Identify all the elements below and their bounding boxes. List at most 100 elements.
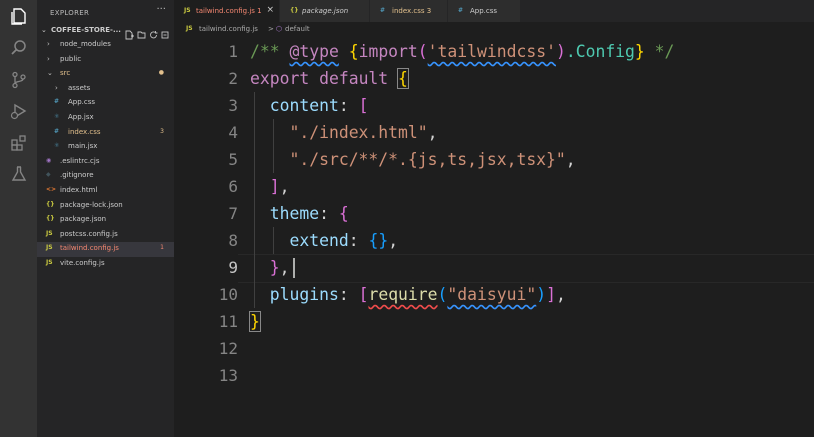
chevron-right-icon: › bbox=[55, 83, 58, 92]
current-line-highlight bbox=[238, 254, 814, 283]
symbol-icon: ⬡ bbox=[276, 25, 283, 33]
file-type-icon: JS bbox=[46, 244, 53, 252]
file-type-icon: JS bbox=[46, 229, 53, 237]
line-number: 10 bbox=[218, 285, 238, 304]
file-type-icon: ◆ bbox=[46, 171, 51, 179]
file-type-icon: JS bbox=[46, 258, 53, 266]
tree-file[interactable]: # index.css 3 bbox=[37, 126, 174, 141]
tree-file[interactable]: JS postcss.config.js bbox=[37, 228, 174, 243]
problem-badge: ● bbox=[158, 69, 164, 77]
code-line-9: }, bbox=[269, 258, 290, 277]
tab-label: App.css bbox=[470, 7, 498, 15]
tree-folder[interactable]: › public bbox=[37, 53, 174, 68]
chevron-down-icon: ⌄ bbox=[47, 69, 53, 78]
file-type-icon: # bbox=[458, 7, 464, 14]
tab-label: package.json bbox=[302, 7, 349, 15]
tab-4[interactable]: # App.css bbox=[448, 0, 521, 22]
close-icon[interactable]: × bbox=[266, 5, 274, 15]
explorer-files-icon[interactable] bbox=[9, 6, 28, 25]
text-cursor bbox=[293, 258, 295, 278]
workspace-folder-header[interactable]: ⌄ COFFEE-STORE-... bbox=[37, 24, 174, 40]
line-number: 9 bbox=[228, 258, 238, 277]
line-number: 5 bbox=[228, 150, 238, 169]
code-line-10: plugins: [require("daisyui")], bbox=[269, 285, 566, 304]
explorer-sidebar: EXPLORER ··· ⌄ COFFEE-STORE-... › node_mo… bbox=[37, 0, 174, 437]
refresh-icon[interactable] bbox=[149, 25, 158, 39]
tab-label: tailwind.config.js 1 bbox=[196, 7, 262, 15]
extensions-icon[interactable] bbox=[9, 133, 28, 152]
tree-item-label: node_modules bbox=[60, 40, 111, 48]
tree-file[interactable]: ◉ .eslintrc.cjs bbox=[37, 155, 174, 170]
line-number: 1 bbox=[228, 42, 238, 61]
tree-item-label: .eslintrc.cjs bbox=[60, 156, 100, 165]
breadcrumb-file[interactable]: tailwind.config.js bbox=[199, 25, 258, 33]
tree-item-label: assets bbox=[68, 83, 91, 92]
chevron-right-icon: › bbox=[47, 54, 50, 63]
tree-file[interactable]: # App.css bbox=[37, 96, 174, 111]
tree-file[interactable]: ⚛ App.jsx bbox=[37, 111, 174, 126]
file-type-icon: {} bbox=[46, 200, 55, 208]
problem-badge: 3 bbox=[160, 127, 164, 135]
tree-file[interactable]: {} package-lock.json bbox=[37, 199, 174, 214]
chevron-down-icon: ⌄ bbox=[41, 26, 47, 34]
file-type-icon: <> bbox=[46, 185, 57, 193]
new-file-icon[interactable] bbox=[125, 25, 134, 40]
tab-3[interactable]: # index.css 3 bbox=[370, 0, 448, 22]
tree-item-label: App.css bbox=[68, 98, 96, 107]
workspace-folder-name: COFFEE-STORE-... bbox=[51, 26, 121, 34]
tree-file[interactable]: {} package.json bbox=[37, 213, 174, 228]
tree-folder[interactable]: ⌄ src ● bbox=[37, 67, 174, 82]
new-folder-icon[interactable] bbox=[137, 25, 146, 39]
file-tree: › node_modules › public ⌄ src ● › assets # App.css… bbox=[37, 38, 174, 272]
search-icon[interactable] bbox=[9, 38, 28, 57]
tree-folder[interactable]: › node_modules bbox=[37, 38, 174, 53]
tree-item-label: package-lock.json bbox=[60, 200, 123, 209]
file-type-icon: ◉ bbox=[46, 156, 52, 164]
file-type-icon: ⚛ bbox=[54, 112, 60, 120]
tree-item-label: postcss.config.js bbox=[60, 229, 118, 238]
source-control-icon[interactable] bbox=[9, 70, 28, 89]
breadcrumb-separator: > bbox=[268, 25, 274, 33]
code-line-8: extend: {}, bbox=[289, 231, 399, 250]
code-line-3: content: [ bbox=[269, 96, 369, 115]
collapse-all-icon[interactable] bbox=[161, 25, 170, 39]
tree-item-label: public bbox=[60, 54, 82, 63]
line-number: 4 bbox=[228, 123, 238, 142]
more-actions-icon[interactable]: ··· bbox=[156, 4, 166, 15]
breadcrumb: JS tailwind.config.js > ⬡ default bbox=[174, 22, 814, 38]
tab-label: index.css 3 bbox=[392, 7, 432, 15]
code-line-7: theme: { bbox=[269, 204, 349, 223]
breadcrumb-symbol[interactable]: default bbox=[285, 25, 310, 33]
code-line-5: "./src/**/*.{js,ts,jsx,tsx}", bbox=[289, 150, 576, 169]
tree-item-label: .gitignore bbox=[60, 171, 94, 180]
tree-file[interactable]: <> index.html bbox=[37, 184, 174, 199]
code-line-2: export default { bbox=[250, 68, 409, 89]
tab-1[interactable]: JS tailwind.config.js 1 × bbox=[174, 0, 280, 22]
file-type-icon: JS bbox=[184, 7, 191, 14]
activity-bar bbox=[0, 0, 37, 437]
tree-file[interactable]: ⚛ main.jsx bbox=[37, 140, 174, 155]
file-type-icon: # bbox=[54, 98, 60, 106]
file-type-icon: ⚛ bbox=[54, 142, 60, 150]
line-number: 7 bbox=[228, 204, 238, 223]
editor-tabs: JS tailwind.config.js 1 × {} package.json # in… bbox=[174, 0, 814, 22]
run-debug-icon[interactable] bbox=[9, 101, 28, 120]
tree-file[interactable]: JS tailwind.config.js 1 bbox=[37, 242, 174, 257]
line-number: 12 bbox=[218, 339, 238, 358]
tree-item-label: tailwind.config.js bbox=[60, 244, 119, 253]
code-line-4: "./index.html", bbox=[289, 123, 438, 142]
line-number: 2 bbox=[228, 69, 238, 88]
explorer-actions bbox=[125, 25, 170, 40]
tree-file[interactable]: JS vite.config.js bbox=[37, 257, 174, 272]
tree-folder[interactable]: › assets bbox=[37, 82, 174, 97]
line-number: 11 bbox=[218, 312, 238, 331]
tree-file[interactable]: ◆ .gitignore bbox=[37, 169, 174, 184]
tree-item-label: package.json bbox=[60, 215, 107, 224]
line-number: 13 bbox=[218, 366, 238, 385]
code-line-11: } bbox=[249, 311, 261, 332]
file-type-icon: {} bbox=[290, 7, 299, 14]
tree-item-label: index.css bbox=[68, 127, 101, 136]
tab-2[interactable]: {} package.json bbox=[280, 0, 370, 22]
testing-flask-icon[interactable] bbox=[9, 164, 28, 183]
code-line-1: /** @type {import('tailwindcss').Config}… bbox=[250, 42, 675, 61]
